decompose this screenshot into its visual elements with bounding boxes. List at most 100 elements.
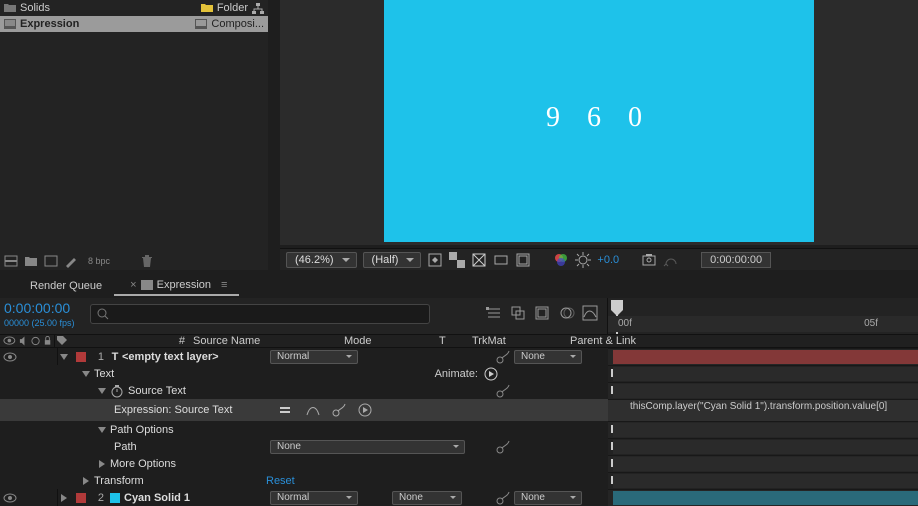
graph-editor-icon[interactable]	[581, 304, 599, 322]
draft3d-icon[interactable]	[509, 304, 527, 322]
prop-path[interactable]: Path None	[0, 438, 918, 455]
visibility-toggle[interactable]	[3, 493, 17, 503]
project-item-solids[interactable]: Solids Folder	[0, 0, 268, 16]
solo-col-icon[interactable]	[31, 336, 40, 346]
blend-mode-select[interactable]: Normal	[270, 350, 358, 364]
tab-label: Render Queue	[30, 280, 102, 292]
project-panel: Solids Folder Expression Composi... 8 bp…	[0, 0, 268, 270]
lock-col-icon[interactable]	[43, 336, 52, 346]
expression-enable-icon[interactable]	[278, 403, 292, 417]
transparency-grid-icon[interactable]	[449, 252, 465, 268]
pickwhip-icon[interactable]	[496, 350, 510, 364]
layer-bar[interactable]	[613, 491, 918, 505]
twirl-icon[interactable]	[60, 494, 72, 502]
expression-field[interactable]: thisComp.layer("Cyan Solid 1").transform…	[630, 401, 887, 412]
exposure-icon[interactable]	[575, 252, 591, 268]
snapshot-icon[interactable]	[641, 252, 657, 268]
keyframe-marker[interactable]	[611, 383, 617, 397]
project-item-expression[interactable]: Expression Composi...	[0, 16, 268, 32]
col-parent: Parent & Link	[570, 335, 636, 347]
interpret-icon[interactable]	[4, 254, 18, 268]
pickwhip-icon[interactable]	[496, 440, 510, 454]
stopwatch-icon[interactable]	[110, 384, 124, 398]
layer-search[interactable]	[90, 304, 430, 324]
layer-name[interactable]: Cyan Solid 1	[124, 492, 190, 504]
prop-expression-source-text[interactable]: Expression: Source Text thisComp.layer("…	[0, 399, 918, 421]
layer-bar[interactable]	[613, 350, 918, 364]
trash-icon[interactable]	[140, 254, 154, 268]
label-color[interactable]	[76, 352, 86, 362]
path-select[interactable]: None	[270, 440, 465, 454]
keyframe-marker[interactable]	[611, 422, 617, 436]
prop-label: Source Text	[128, 385, 186, 397]
frame-blend-icon[interactable]	[533, 304, 551, 322]
time-ruler[interactable]: 00f 05f	[608, 316, 918, 332]
label-color[interactable]	[76, 493, 86, 503]
twirl-icon[interactable]	[98, 426, 110, 434]
audio-col-icon[interactable]	[19, 336, 28, 346]
column-headers: # Source Name Mode T TrkMat Parent & Lin…	[0, 334, 918, 348]
keyframe-marker[interactable]	[611, 473, 617, 487]
twirl-icon[interactable]	[82, 477, 94, 485]
current-timecode[interactable]: 0:00:00:00	[4, 300, 70, 316]
grid-icon[interactable]	[515, 252, 531, 268]
new-comp-icon[interactable]	[44, 254, 58, 268]
composition-viewer[interactable]: 9 6 0	[280, 0, 918, 245]
motion-blur-icon[interactable]	[557, 304, 575, 322]
prop-text-group[interactable]: Text Animate:	[0, 365, 918, 382]
resolution-select[interactable]: (Half)	[363, 252, 422, 268]
viewer-timecode[interactable]: 0:00:00:00	[701, 252, 771, 268]
tab-expression[interactable]: × Expression ≡	[114, 276, 239, 296]
show-snapshot-icon[interactable]	[663, 252, 679, 268]
close-icon[interactable]: ×	[130, 279, 136, 291]
color-mgmt-icon[interactable]	[553, 252, 569, 268]
expression-language-menu-icon[interactable]	[358, 403, 372, 417]
parent-select[interactable]: None	[514, 491, 582, 505]
tab-render-queue[interactable]: Render Queue	[18, 277, 114, 296]
new-folder-icon[interactable]	[24, 254, 38, 268]
canvas-text: 9 6 0	[546, 102, 652, 134]
zoom-select[interactable]: (46.2%)	[286, 252, 357, 268]
expression-pickwhip-icon[interactable]	[332, 403, 346, 417]
prop-more-options[interactable]: More Options	[0, 455, 918, 472]
brush-icon[interactable]	[64, 254, 78, 268]
tab-menu-icon[interactable]: ≡	[221, 279, 227, 291]
pickwhip-icon[interactable]	[496, 384, 510, 398]
col-source-name[interactable]: Source Name	[193, 335, 260, 347]
keyframe-marker[interactable]	[611, 456, 617, 470]
blend-mode-select[interactable]: Normal	[270, 491, 358, 505]
flowchart-icon[interactable]	[252, 3, 264, 13]
fast-preview-icon[interactable]	[427, 252, 443, 268]
comp-mini-flowchart-icon[interactable]	[485, 304, 503, 322]
keyframe-marker[interactable]	[611, 366, 617, 380]
visibility-toggle[interactable]	[3, 352, 17, 362]
search-icon	[97, 308, 109, 320]
animate-menu-icon[interactable]	[484, 367, 498, 381]
prop-transform[interactable]: Transform Reset	[0, 472, 918, 489]
trkmat-select[interactable]: None	[392, 491, 462, 505]
layer-row-2[interactable]: 2 Cyan Solid 1 Normal None None	[0, 489, 918, 506]
layer-name[interactable]: <empty text layer>	[122, 351, 219, 363]
parent-select[interactable]: None	[514, 350, 582, 364]
keyframe-marker[interactable]	[611, 439, 617, 453]
col-t: T	[439, 335, 446, 347]
exposure-value[interactable]: +0.0	[597, 254, 619, 266]
prop-path-options[interactable]: Path Options	[0, 421, 918, 438]
current-frame: 00000 (25.00 fps)	[4, 318, 75, 328]
twirl-icon[interactable]	[98, 387, 110, 395]
comp-icon	[4, 19, 16, 29]
viewer-toolbar: (46.2%) (Half) +0.0 0:00:00:00	[280, 248, 918, 270]
twirl-icon[interactable]	[60, 353, 72, 361]
twirl-icon[interactable]	[98, 460, 110, 468]
bpc-label[interactable]: 8 bpc	[88, 256, 110, 266]
region-icon[interactable]	[493, 252, 509, 268]
twirl-icon[interactable]	[82, 370, 94, 378]
visibility-col-icon[interactable]	[3, 336, 16, 345]
mask-visibility-icon[interactable]	[471, 252, 487, 268]
pickwhip-icon[interactable]	[496, 491, 510, 505]
timeline-tabs: Render Queue × Expression ≡	[0, 276, 918, 296]
prop-source-text[interactable]: Source Text	[0, 382, 918, 399]
label-col-icon[interactable]	[57, 336, 67, 346]
expression-graph-icon[interactable]	[306, 403, 320, 417]
reset-link[interactable]: Reset	[266, 475, 295, 487]
